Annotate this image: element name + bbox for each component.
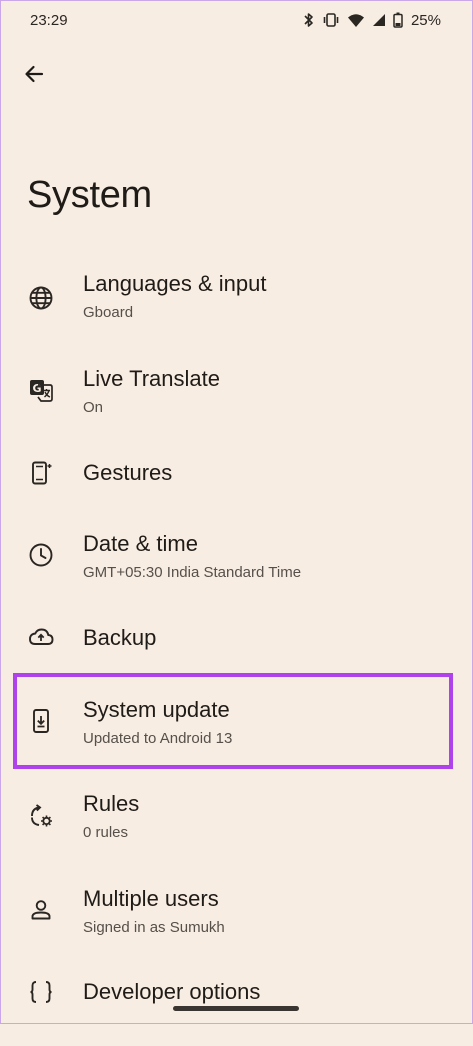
wifi-icon <box>347 13 365 28</box>
page-title: System <box>27 174 152 216</box>
bluetooth-icon <box>303 12 315 28</box>
globe-icon <box>26 283 56 313</box>
braces-icon <box>26 977 56 1007</box>
status-bar: 23:29 25% <box>0 0 473 44</box>
cell-signal-icon <box>372 13 386 27</box>
item-title: Developer options <box>83 979 261 1004</box>
item-title: Live Translate <box>83 366 220 391</box>
item-subtitle: Gboard <box>83 304 134 321</box>
battery-icon <box>393 12 403 28</box>
vibrate-icon <box>322 12 340 28</box>
gestures-phone-icon <box>26 458 56 488</box>
item-subtitle: On <box>83 399 104 416</box>
item-rules[interactable]: Rules 0 rules <box>0 776 473 856</box>
status-icons: 25% <box>303 9 441 31</box>
gesture-nav-handle[interactable] <box>173 1006 299 1011</box>
item-title: Gestures <box>83 460 173 485</box>
back-arrow-icon <box>23 63 45 90</box>
cloud-upload-icon <box>26 622 56 652</box>
item-multiple-users[interactable]: Multiple users Signed in as Sumukh <box>0 871 473 951</box>
item-live-translate[interactable]: G Live Translate On <box>0 351 473 431</box>
item-gestures[interactable]: Gestures <box>0 446 473 526</box>
item-subtitle: Signed in as Sumukh <box>83 919 225 936</box>
item-title: Languages & input <box>83 271 267 296</box>
item-subtitle: GMT+05:30 India Standard Time <box>83 564 302 581</box>
item-title: System update <box>83 697 230 722</box>
item-backup[interactable]: Backup <box>0 611 473 691</box>
item-title: Multiple users <box>83 886 219 911</box>
item-subtitle: 0 rules <box>83 824 129 841</box>
translate-icon: G <box>26 375 56 405</box>
item-subtitle: Updated to Android 13 <box>83 730 233 747</box>
item-system-update[interactable]: System update Updated to Android 13 <box>0 681 473 761</box>
svg-text:G: G <box>32 382 41 395</box>
item-languages-input[interactable]: Languages & input Gboard <box>0 256 473 336</box>
item-title: Rules <box>83 791 140 816</box>
back-button[interactable] <box>14 56 54 96</box>
item-title: Backup <box>83 625 157 650</box>
rules-icon <box>26 801 56 831</box>
battery-percentage: 25% <box>410 11 441 29</box>
clock-icon <box>26 540 56 570</box>
system-update-icon <box>26 706 56 736</box>
person-icon <box>26 895 56 925</box>
item-date-time[interactable]: Date & time GMT+05:30 India Standard Tim… <box>0 516 473 596</box>
item-title: Date & time <box>83 531 198 556</box>
status-time: 23:29 <box>30 12 68 29</box>
